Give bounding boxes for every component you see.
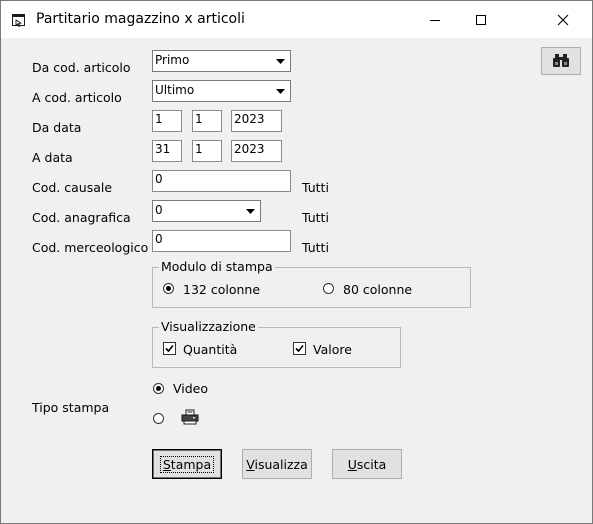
a-cod-articolo-value: Ultimo — [155, 83, 195, 97]
cod-anagrafica-value: 0 — [155, 203, 163, 217]
da-data-month-input[interactable]: 1 — [192, 110, 222, 132]
checkmark-icon — [165, 344, 174, 353]
da-cod-articolo-label: Da cod. articolo — [32, 60, 131, 75]
dropdown-arrow-button[interactable] — [242, 202, 259, 220]
cod-causale-input[interactable]: 0 — [152, 170, 291, 192]
visualizzazione-group-title: Visualizzazione — [159, 319, 258, 334]
quantita-checkbox[interactable] — [163, 342, 176, 355]
cod-merceologico-input[interactable]: 0 — [152, 230, 291, 252]
radio-printer[interactable] — [153, 413, 164, 424]
app-icon — [12, 14, 25, 28]
maximize-button[interactable] — [458, 1, 504, 38]
a-cod-articolo-label: A cod. articolo — [32, 90, 122, 105]
a-data-year-input[interactable]: 2023 — [231, 140, 282, 162]
radio-80-colonne-label: 80 colonne — [343, 282, 413, 297]
valore-checkbox[interactable] — [293, 342, 306, 355]
stampa-button[interactable]: Stampa — [152, 449, 222, 479]
chevron-down-icon — [276, 88, 285, 94]
radio-132-colonne[interactable] — [163, 283, 174, 294]
tipo-stampa-label: Tipo stampa — [32, 400, 110, 415]
a-cod-articolo-combo[interactable]: Ultimo — [152, 80, 291, 102]
da-cod-articolo-value: Primo — [155, 53, 190, 67]
cod-merceologico-label: Cod. merceologico — [32, 240, 149, 255]
cod-anagrafica-label: Cod. anagrafica — [32, 210, 131, 225]
dropdown-arrow-button[interactable] — [272, 52, 289, 70]
binoculars-icon — [553, 54, 569, 67]
title-bar: Partitario magazzino x articoli — [1, 1, 592, 38]
window-title: Partitario magazzino x articoli — [36, 11, 245, 27]
uscita-button-label: Uscita — [347, 456, 387, 472]
search-button[interactable] — [541, 47, 581, 75]
a-data-month-input[interactable]: 1 — [192, 140, 222, 162]
minimize-icon — [430, 19, 440, 21]
cod-causale-hint: Tutti — [302, 180, 329, 195]
quantita-label: Quantità — [183, 342, 238, 357]
cod-causale-label: Cod. causale — [32, 180, 113, 195]
close-button[interactable] — [540, 1, 586, 38]
app-window: Partitario magazzino x articoli Da cod. … — [0, 0, 593, 524]
da-data-day-input[interactable]: 1 — [152, 110, 182, 132]
stampa-button-label: Stampa — [159, 455, 215, 473]
da-data-label: Da data — [32, 120, 82, 135]
printer-icon — [181, 409, 199, 425]
dropdown-arrow-button[interactable] — [272, 82, 289, 100]
modulo-group-title: Modulo di stampa — [159, 259, 275, 274]
minimize-button[interactable] — [412, 1, 458, 38]
visualizza-button-label: Visualizza — [246, 456, 308, 472]
da-cod-articolo-combo[interactable]: Primo — [152, 50, 291, 72]
visualizza-button[interactable]: Visualizza — [242, 449, 312, 479]
valore-label: Valore — [313, 342, 352, 357]
cod-merceologico-hint: Tutti — [302, 240, 329, 255]
maximize-icon — [476, 14, 486, 25]
close-icon — [557, 14, 569, 25]
chevron-down-icon — [276, 58, 285, 64]
cod-anagrafica-combo[interactable]: 0 — [152, 200, 261, 222]
radio-video[interactable] — [153, 383, 164, 394]
a-data-day-input[interactable]: 31 — [152, 140, 182, 162]
da-data-year-input[interactable]: 2023 — [231, 110, 282, 132]
uscita-button[interactable]: Uscita — [332, 449, 402, 479]
radio-video-label: Video — [173, 381, 209, 396]
checkmark-icon — [295, 344, 304, 353]
radio-80-colonne[interactable] — [323, 283, 334, 294]
radio-132-colonne-label: 132 colonne — [183, 282, 261, 297]
cod-anagrafica-hint: Tutti — [302, 210, 329, 225]
chevron-down-icon — [246, 208, 255, 214]
a-data-label: A data — [32, 150, 73, 165]
